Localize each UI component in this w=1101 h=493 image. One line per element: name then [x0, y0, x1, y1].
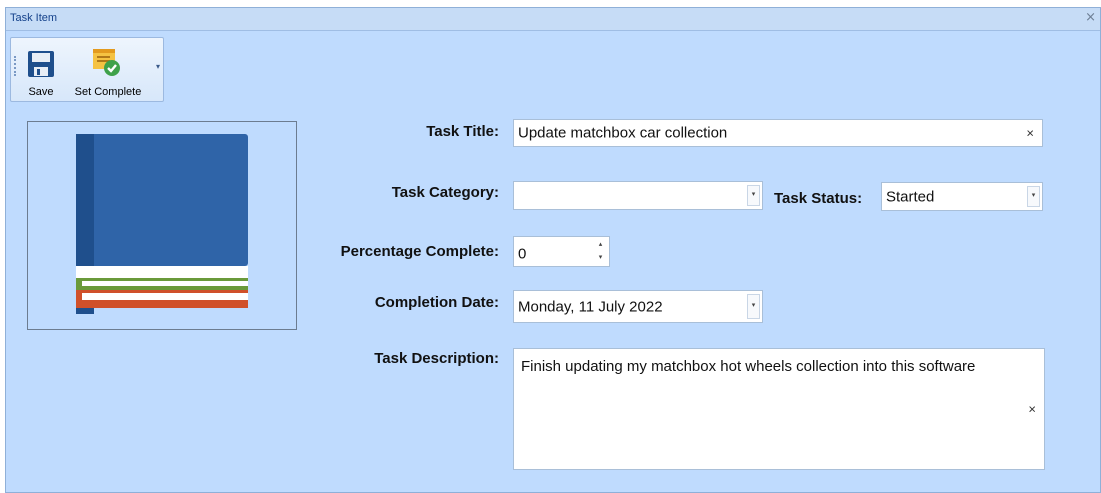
toolbar-overflow-icon[interactable]: ▾ — [156, 62, 162, 74]
save-label: Save — [28, 86, 54, 98]
book-icon — [76, 134, 248, 314]
task-status-value: Started — [886, 188, 935, 205]
task-description-value: Finish updating my matchbox hot wheels c… — [521, 358, 976, 375]
percentage-complete-spinner[interactable]: 0 ▴ ▾ — [513, 236, 610, 267]
completion-date-value: Monday, 11 July 2022 — [518, 298, 663, 315]
toolbar: Save Set Complete ▾ — [10, 37, 164, 102]
percentage-complete-label: Percentage Complete: — [340, 243, 499, 260]
close-icon[interactable]: × — [1085, 10, 1096, 25]
set-complete-button[interactable]: Set Complete — [65, 42, 151, 98]
category-dropdown-icon[interactable]: ▾ — [747, 185, 760, 206]
floppy-disk-icon — [28, 51, 54, 77]
task-category-select[interactable]: ▾ — [513, 181, 763, 210]
spin-down-icon[interactable]: ▾ — [594, 252, 607, 265]
save-button[interactable]: Save — [24, 42, 58, 98]
set-complete-label: Set Complete — [74, 86, 142, 98]
spin-up-icon[interactable]: ▴ — [594, 239, 607, 252]
task-status-select[interactable]: Started ▾ — [881, 182, 1043, 211]
date-dropdown-icon[interactable]: ▾ — [747, 294, 760, 319]
status-dropdown-icon[interactable]: ▾ — [1027, 186, 1040, 207]
task-image — [27, 121, 297, 330]
percentage-complete-value: 0 — [518, 245, 527, 263]
task-description-label: Task Description: — [374, 350, 499, 367]
window-title: Task Item — [10, 12, 58, 24]
task-title-label: Task Title: — [426, 123, 499, 140]
task-status-label: Task Status: — [774, 190, 863, 207]
percentage-spin-buttons[interactable]: ▴ ▾ — [594, 239, 607, 264]
task-title-value: Update matchbox car collection — [518, 124, 728, 142]
sticky-note-check-icon — [93, 49, 120, 76]
clear-description-icon[interactable]: × — [1028, 402, 1036, 417]
title-bar: Task Item × — [6, 8, 1100, 31]
completion-date-label: Completion Date: — [374, 294, 499, 311]
task-item-window: Task Item × Save Set Complete ▾ Task Tit… — [5, 7, 1101, 493]
toolbar-grip[interactable] — [14, 56, 18, 76]
clear-title-icon[interactable]: × — [1026, 126, 1034, 141]
task-category-label: Task Category: — [391, 184, 499, 201]
task-title-input[interactable]: Update matchbox car collection × — [513, 119, 1043, 147]
task-description-textarea[interactable]: Finish updating my matchbox hot wheels c… — [513, 348, 1045, 470]
completion-date-picker[interactable]: Monday, 11 July 2022 ▾ — [513, 290, 763, 323]
